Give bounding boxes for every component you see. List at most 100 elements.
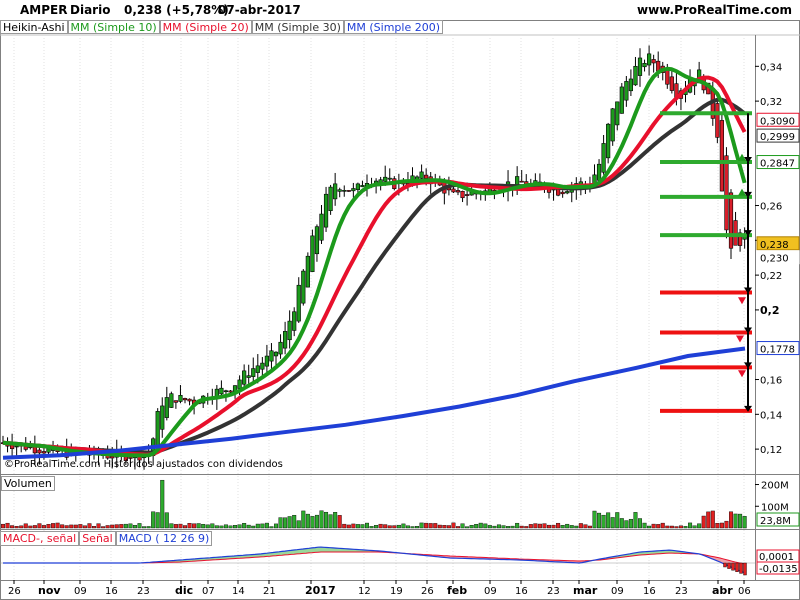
candle-down: [555, 188, 561, 196]
volume-bar-up: [474, 524, 479, 529]
volume-bar-down: [428, 523, 433, 529]
x-axis-label: dic: [175, 584, 193, 597]
volume-bar-down: [10, 525, 15, 529]
volume-bar-down: [346, 524, 351, 529]
volume-bar-up: [155, 512, 160, 529]
candle-up: [328, 186, 333, 211]
candle-up: [351, 188, 356, 192]
macd-legend-macd[interactable]: MACD ( 12 26 9): [115, 531, 213, 546]
candle-down: [460, 190, 465, 199]
price-tick-label: 0,14: [760, 410, 782, 421]
candle-up: [333, 183, 338, 200]
macd-bar-neg: [739, 562, 743, 574]
candle-up: [178, 395, 183, 402]
candle-up: [387, 177, 392, 180]
volume-bar-down: [710, 510, 715, 529]
volume-bar-down: [715, 523, 720, 529]
volume-bar-up: [597, 512, 602, 529]
x-axis-label: nov: [38, 584, 61, 597]
site-label: www.ProRealTime.com: [637, 3, 792, 17]
x-axis-label: 14: [232, 586, 245, 597]
volume-bar-up: [628, 518, 633, 529]
volume-bar-up: [233, 525, 238, 529]
volume-bar-down: [51, 523, 56, 529]
candle-down: [665, 69, 670, 85]
price-tag-label: 0,2999: [760, 132, 795, 143]
macd-tag-label: 0,0001: [759, 552, 794, 563]
volume-bar-down: [19, 525, 24, 529]
volume-bar-up: [123, 523, 128, 529]
x-axis-label: 07: [202, 586, 215, 597]
volume-bar-up: [260, 523, 265, 529]
candle-up: [596, 163, 602, 181]
volume-bar-down: [387, 525, 392, 529]
volume-bar-down: [556, 522, 561, 529]
candle-up: [624, 81, 629, 101]
volume-bar-up: [310, 516, 315, 529]
volume-bar-down: [669, 525, 674, 529]
volume-bar-down: [660, 522, 665, 529]
candle-up: [255, 365, 260, 373]
volume-bar-up: [396, 524, 401, 529]
volume-bar-up: [496, 524, 501, 529]
price-tick-label: 0,12: [760, 445, 782, 456]
volume-bar-up: [196, 523, 201, 529]
volume-bar-up: [237, 524, 242, 529]
candle-up: [565, 191, 570, 194]
legend-heikin[interactable]: Heikin-Ashi: [0, 20, 68, 34]
volume-bar-down: [114, 524, 119, 529]
x-axis-label: 23: [137, 586, 150, 597]
volume-bar-up: [333, 512, 338, 529]
price-tag-label: 0,3090: [760, 116, 795, 127]
volume-bar-down: [187, 523, 192, 529]
volume-bar-up: [410, 526, 415, 529]
volume-bar-up: [619, 518, 624, 529]
candle-up: [260, 362, 265, 370]
legend-sma10[interactable]: MM (Simple 10): [67, 20, 160, 34]
candle-up: [287, 320, 292, 341]
volume-bar-down: [110, 524, 115, 529]
volume-bar-up: [601, 514, 606, 529]
volume-bars-group: [1, 479, 747, 529]
candle-up: [219, 387, 224, 395]
legend-sma30[interactable]: MM (Simple 30): [251, 20, 344, 34]
volume-bar-up: [574, 525, 579, 529]
candle-down: [346, 190, 351, 192]
x-axis-label: abr: [712, 584, 733, 597]
volume-bar-up: [128, 523, 133, 529]
volume-bar-down: [337, 515, 342, 529]
candle-up: [269, 350, 274, 362]
legend-sma20[interactable]: MM (Simple 20): [159, 20, 252, 34]
candle-up: [606, 123, 611, 159]
volume-bar-up: [169, 523, 174, 529]
volume-bar-down: [60, 524, 65, 529]
volume-bar-up: [688, 522, 693, 529]
macd-line: [3, 546, 745, 574]
volume-bar-down: [542, 523, 547, 529]
volume-bar-up: [510, 525, 515, 529]
macd-legend-signal[interactable]: Señal: [79, 531, 116, 546]
candle-down: [228, 390, 233, 393]
volume-bar-down: [105, 525, 110, 529]
volume-bar-up: [647, 525, 652, 529]
legend-sma200[interactable]: MM (Simple 200): [343, 20, 444, 34]
volume-legend[interactable]: Volumen: [1, 476, 55, 491]
volume-bar-up: [460, 523, 465, 529]
price-tag-label: 0,1778: [760, 345, 795, 356]
candle-up: [169, 393, 174, 408]
x-axis-label: 16: [105, 586, 118, 597]
symbol-label: AMPER: [20, 3, 68, 17]
macd-bar-neg: [727, 562, 731, 569]
macd-legend-hist[interactable]: MACD-, señal: [0, 531, 80, 546]
candle-down: [32, 446, 37, 454]
candle-down: [724, 155, 729, 231]
macd-bar-neg: [731, 562, 735, 571]
candle-up: [610, 108, 615, 142]
volume-bar-down: [119, 524, 124, 529]
volume-bar-down: [383, 524, 388, 529]
x-axis-label: 26: [421, 586, 434, 597]
volume-bar-up: [132, 525, 137, 529]
volume-bar-up: [405, 525, 410, 529]
candle-up: [246, 375, 251, 378]
candle-up: [419, 171, 424, 179]
